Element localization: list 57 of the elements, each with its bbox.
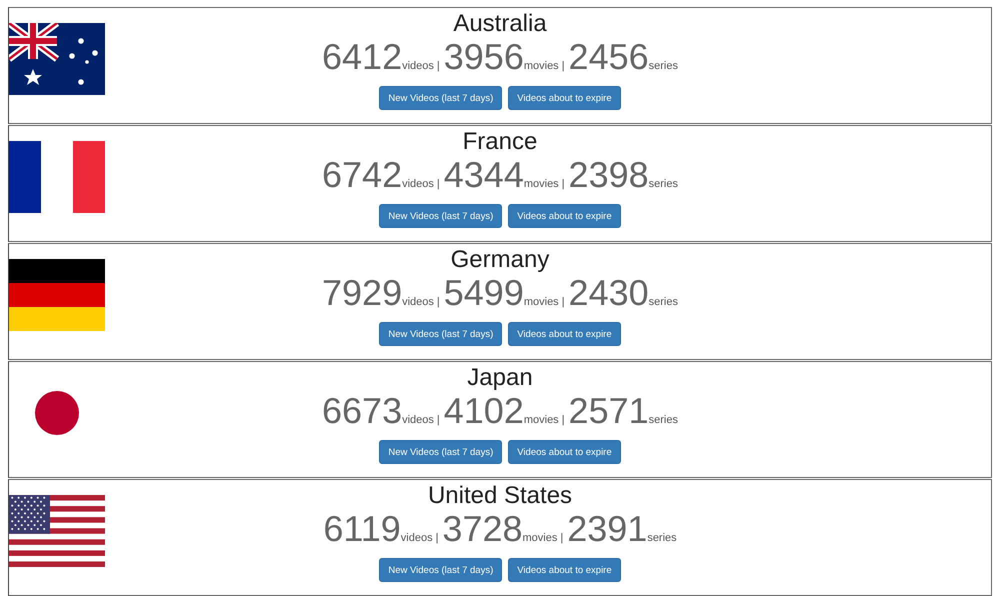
separator: | <box>562 59 565 74</box>
stat-label: series <box>648 295 678 310</box>
stat-count: 5499 <box>444 274 524 312</box>
stat-label: movies <box>524 295 559 310</box>
stat-label: movies <box>522 531 558 546</box>
separator: | <box>436 295 440 310</box>
stat-count: 3728 <box>442 510 523 548</box>
country-name: Japan <box>467 364 533 392</box>
stat-count: 4102 <box>444 392 524 430</box>
link-button[interactable]: New Videos (last 7 days) <box>379 86 502 110</box>
stat-label: series <box>648 177 678 192</box>
stat-label: videos <box>402 413 434 428</box>
stat-count: 3956 <box>444 38 524 76</box>
stat-label: series <box>647 531 677 546</box>
stat-count: 2398 <box>568 156 649 194</box>
stat-count: 6673 <box>322 392 402 430</box>
link-button[interactable]: New Videos (last 7 days) <box>379 204 502 228</box>
link-button[interactable]: New Videos (last 7 days) <box>379 440 502 464</box>
separator: | <box>436 59 440 74</box>
stat-label: series <box>648 59 678 74</box>
stat-count: 4344 <box>444 156 524 194</box>
stat-count: 6742 <box>322 156 402 194</box>
separator: | <box>562 413 565 428</box>
stat-count: 2456 <box>568 38 649 76</box>
link-button[interactable]: New Videos (last 7 days) <box>379 558 502 582</box>
country-name: France <box>462 128 538 156</box>
separator: | <box>560 531 564 546</box>
separator: | <box>562 295 565 310</box>
country-name: Germany <box>450 246 550 274</box>
link-button[interactable]: Videos about to expire <box>508 86 621 110</box>
country-name: United States <box>428 482 572 510</box>
link-button[interactable]: Videos about to expire <box>508 440 621 464</box>
flag-icon <box>9 141 105 213</box>
stat-count: 2430 <box>568 274 649 312</box>
stat-count: 2571 <box>568 392 649 430</box>
country-name: Australia <box>453 10 547 38</box>
stat-count: 2391 <box>567 510 648 548</box>
stat-count: 6119 <box>323 510 401 548</box>
stat-label: videos <box>402 59 434 74</box>
stat-count: 7929 <box>322 274 402 312</box>
stat-label: videos <box>400 531 433 546</box>
separator: | <box>436 177 440 192</box>
flag-icon <box>9 259 105 331</box>
separator: | <box>562 177 565 192</box>
link-button[interactable]: Videos about to expire <box>508 204 621 228</box>
stat-label: movies <box>524 177 559 192</box>
separator: | <box>436 531 438 546</box>
stat-label: series <box>648 413 678 428</box>
stat-count: 6412 <box>322 38 402 76</box>
link-button[interactable]: Videos about to expire <box>508 322 621 346</box>
stat-label: movies <box>524 59 559 74</box>
stat-label: movies <box>524 413 559 428</box>
separator: | <box>436 413 440 428</box>
stat-label: videos <box>402 177 434 192</box>
stat-label: videos <box>402 295 434 310</box>
link-button[interactable]: New Videos (last 7 days) <box>379 322 502 346</box>
link-button[interactable]: Videos about to expire <box>508 558 621 582</box>
